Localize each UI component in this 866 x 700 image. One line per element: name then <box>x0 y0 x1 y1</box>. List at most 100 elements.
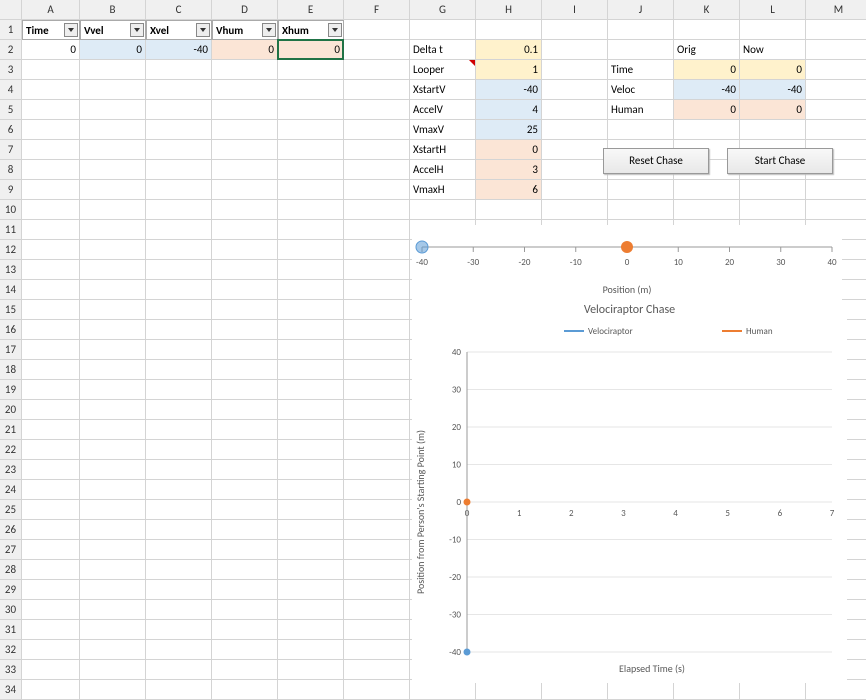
cell-B14[interactable] <box>80 280 146 300</box>
cell-D33[interactable] <box>212 660 278 680</box>
col-header-H[interactable]: H <box>476 0 542 20</box>
cell-F26[interactable] <box>344 520 410 540</box>
cell-B11[interactable] <box>80 220 146 240</box>
cell-A18[interactable] <box>22 360 80 380</box>
cell-A13[interactable] <box>22 260 80 280</box>
cell-F15[interactable] <box>344 300 410 320</box>
row-header-20[interactable]: 20 <box>0 400 22 420</box>
row-header-10[interactable]: 10 <box>0 200 22 220</box>
cell-B30[interactable] <box>80 600 146 620</box>
cell-A12[interactable] <box>22 240 80 260</box>
cell-A2[interactable]: 0 <box>22 40 80 60</box>
cell-I7[interactable] <box>542 140 608 160</box>
table-header-time[interactable]: Time <box>22 20 80 40</box>
cell-I3[interactable] <box>542 60 608 80</box>
cell-D21[interactable] <box>212 420 278 440</box>
param-label-XstartH[interactable]: XstartH <box>410 140 476 160</box>
row-header-31[interactable]: 31 <box>0 620 22 640</box>
cell-I5[interactable] <box>542 100 608 120</box>
param-value-Delta_t[interactable]: 0.1 <box>476 40 542 60</box>
cell-D30[interactable] <box>212 600 278 620</box>
cell-E29[interactable] <box>278 580 344 600</box>
cell-L6[interactable] <box>740 120 806 140</box>
cell-H10[interactable] <box>476 200 542 220</box>
cell-C2[interactable]: -40 <box>146 40 212 60</box>
cell-E10[interactable] <box>278 200 344 220</box>
cell-A19[interactable] <box>22 380 80 400</box>
cell-C29[interactable] <box>146 580 212 600</box>
cell-K34[interactable] <box>674 680 740 700</box>
row-header-23[interactable]: 23 <box>0 460 22 480</box>
cell-M6[interactable] <box>806 120 866 140</box>
cell-E2[interactable]: 0 <box>278 40 344 60</box>
filter-dropdown-time[interactable] <box>64 23 78 37</box>
cell-E8[interactable] <box>278 160 344 180</box>
row-header-34[interactable]: 34 <box>0 680 22 700</box>
col-header-M[interactable]: M <box>806 0 866 20</box>
cell-E21[interactable] <box>278 420 344 440</box>
cell-I9[interactable] <box>542 180 608 200</box>
cell-D12[interactable] <box>212 240 278 260</box>
cell-B18[interactable] <box>80 360 146 380</box>
cell-E22[interactable] <box>278 440 344 460</box>
param-value-XstartH[interactable]: 0 <box>476 140 542 160</box>
cell-A17[interactable] <box>22 340 80 360</box>
cell-B17[interactable] <box>80 340 146 360</box>
cell-A29[interactable] <box>22 580 80 600</box>
row-header-32[interactable]: 32 <box>0 640 22 660</box>
row-header-1[interactable]: 1 <box>0 20 22 40</box>
state-label-human[interactable]: Human <box>608 100 674 120</box>
cell-A21[interactable] <box>22 420 80 440</box>
state-now-human[interactable]: 0 <box>740 100 806 120</box>
cell-B9[interactable] <box>80 180 146 200</box>
param-label-AccelV[interactable]: AccelV <box>410 100 476 120</box>
filter-dropdown-xhum[interactable] <box>328 23 342 37</box>
cell-E33[interactable] <box>278 660 344 680</box>
row-header-7[interactable]: 7 <box>0 140 22 160</box>
cell-D22[interactable] <box>212 440 278 460</box>
row-header-2[interactable]: 2 <box>0 40 22 60</box>
cell-F5[interactable] <box>344 100 410 120</box>
cell-E16[interactable] <box>278 320 344 340</box>
cell-F21[interactable] <box>344 420 410 440</box>
cell-C26[interactable] <box>146 520 212 540</box>
cell-D3[interactable] <box>212 60 278 80</box>
row-header-3[interactable]: 3 <box>0 60 22 80</box>
cell-F28[interactable] <box>344 560 410 580</box>
cell-F20[interactable] <box>344 400 410 420</box>
cell-A11[interactable] <box>22 220 80 240</box>
cell-K6[interactable] <box>674 120 740 140</box>
cell-A33[interactable] <box>22 660 80 680</box>
cell-C11[interactable] <box>146 220 212 240</box>
cell-F33[interactable] <box>344 660 410 680</box>
cell-M10[interactable] <box>806 200 866 220</box>
cell-E5[interactable] <box>278 100 344 120</box>
cell-B33[interactable] <box>80 660 146 680</box>
cell-E23[interactable] <box>278 460 344 480</box>
cell-G34[interactable] <box>410 680 476 700</box>
cell-D26[interactable] <box>212 520 278 540</box>
cell-C5[interactable] <box>146 100 212 120</box>
cell-E14[interactable] <box>278 280 344 300</box>
cell-F11[interactable] <box>344 220 410 240</box>
cell-E31[interactable] <box>278 620 344 640</box>
row-header-24[interactable]: 24 <box>0 480 22 500</box>
cell-D31[interactable] <box>212 620 278 640</box>
cell-C10[interactable] <box>146 200 212 220</box>
comment-indicator-icon[interactable] <box>469 60 475 66</box>
param-value-AccelH[interactable]: 3 <box>476 160 542 180</box>
cell-C6[interactable] <box>146 120 212 140</box>
filter-dropdown-vhum[interactable] <box>262 23 276 37</box>
cell-B23[interactable] <box>80 460 146 480</box>
col-header-J[interactable]: J <box>608 0 674 20</box>
cell-F25[interactable] <box>344 500 410 520</box>
state-label-veloc[interactable]: Veloc <box>608 80 674 100</box>
cell-F16[interactable] <box>344 320 410 340</box>
cell-A23[interactable] <box>22 460 80 480</box>
param-value-AccelV[interactable]: 4 <box>476 100 542 120</box>
cell-A20[interactable] <box>22 400 80 420</box>
cell-C31[interactable] <box>146 620 212 640</box>
row-header-15[interactable]: 15 <box>0 300 22 320</box>
cell-J2[interactable] <box>608 40 674 60</box>
cell-E11[interactable] <box>278 220 344 240</box>
